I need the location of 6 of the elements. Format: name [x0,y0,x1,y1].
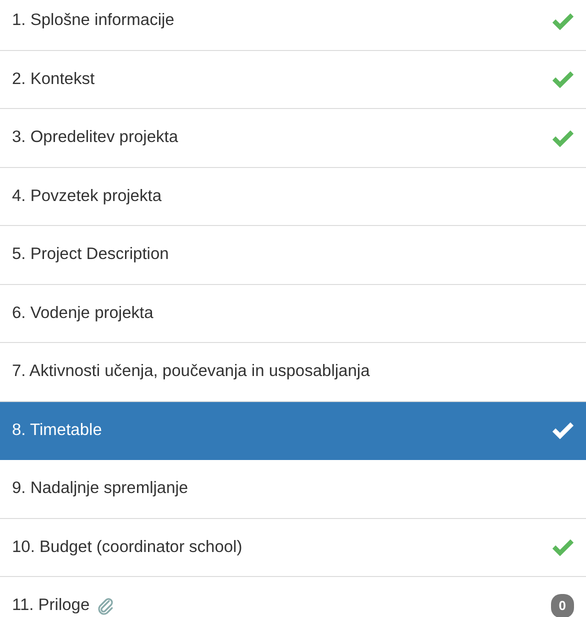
count-badge: 0 [550,594,574,617]
step-item[interactable]: 8. Timetable [0,402,586,460]
step-item[interactable]: 6. Vodenje projekta [0,284,586,343]
step-item[interactable]: 4. Povzetek projekta [0,168,586,226]
step-item[interactable]: 2. Kontekst [0,50,586,109]
step-item[interactable]: 10. Budget (coordinator school) [0,518,586,577]
